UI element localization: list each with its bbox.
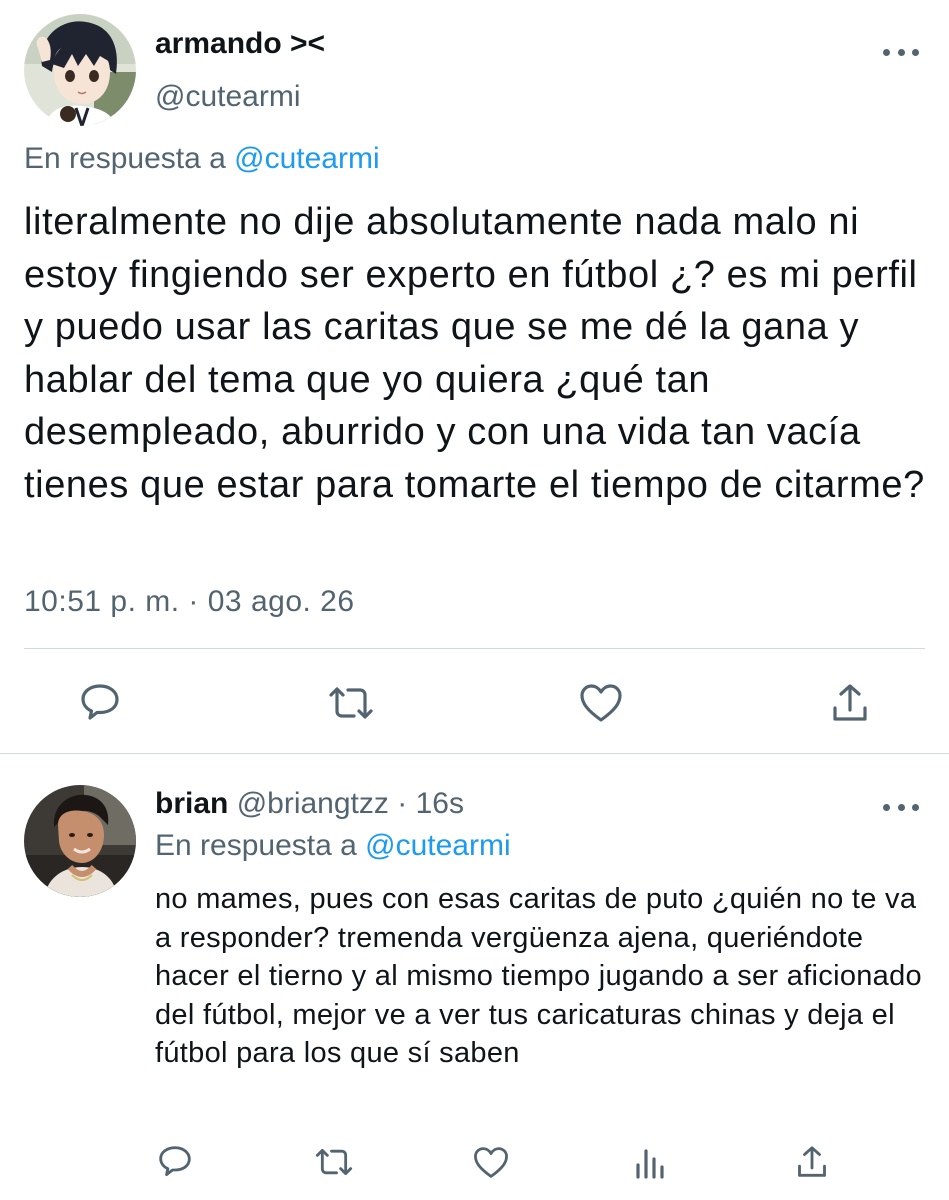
reply-context: En respuesta a @cutearmi: [155, 829, 511, 863]
user-handle[interactable]: @briangtzz: [237, 787, 389, 820]
analytics-icon[interactable]: [632, 1144, 668, 1180]
display-name[interactable]: brian: [155, 787, 228, 820]
user-handle[interactable]: @cutearmi: [155, 80, 301, 114]
reply-icon[interactable]: [78, 683, 122, 723]
more-options-icon[interactable]: [883, 42, 919, 62]
reply-context: En respuesta a @cutearmi: [24, 142, 380, 176]
reply-to-label: En respuesta a: [155, 829, 357, 862]
retweet-icon[interactable]: [313, 1145, 355, 1179]
reply-header: brian @briangtzz · 16s: [155, 787, 464, 821]
tweet-text: literalmente no dije absolutamente nada …: [24, 201, 925, 506]
retweet-icon[interactable]: [326, 683, 376, 723]
like-icon[interactable]: [472, 1144, 510, 1180]
tweet-text: no mames, pues con esas caritas de puto …: [155, 883, 922, 1070]
reply-to-label: En respuesta a: [24, 142, 226, 175]
reply-to-mention[interactable]: @cutearmi: [234, 142, 380, 175]
share-icon[interactable]: [795, 1144, 829, 1180]
tweet-age[interactable]: 16s: [416, 787, 464, 820]
main-tweet: armando >< @cutearmi En respuesta a @cut…: [0, 0, 949, 754]
avatar[interactable]: [24, 14, 136, 126]
like-icon[interactable]: [578, 682, 624, 724]
avatar[interactable]: [24, 785, 136, 897]
reply-icon[interactable]: [157, 1144, 193, 1180]
display-name[interactable]: armando ><: [155, 27, 325, 61]
share-icon[interactable]: [830, 682, 870, 724]
more-options-icon[interactable]: [883, 797, 919, 817]
divider: [24, 648, 925, 649]
tweet-timestamp[interactable]: 10:51 p. m. · 03 ago. 26: [24, 585, 355, 619]
divider: [0, 753, 949, 754]
separator-dot: ·: [397, 787, 408, 820]
reply-to-mention[interactable]: @cutearmi: [365, 829, 511, 862]
